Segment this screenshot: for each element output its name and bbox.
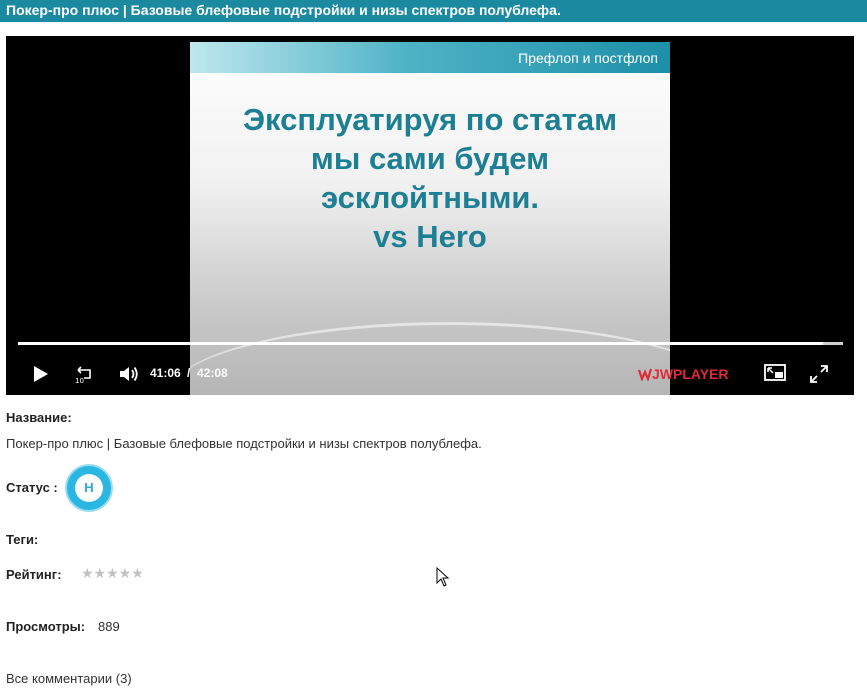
page-title: Покер-про плюс | Базовые блефовые подстр… bbox=[6, 2, 561, 18]
progress-bar[interactable] bbox=[18, 342, 843, 345]
slide-decoration bbox=[190, 322, 670, 395]
jwplayer-brand: JWPLAYER bbox=[652, 366, 729, 382]
slide-line: эсклойтными. bbox=[320, 180, 540, 215]
rating-label: Рейтинг: bbox=[6, 567, 62, 582]
all-comments-link[interactable]: Все комментарии (3) bbox=[6, 671, 132, 686]
slide-header: Префлоп и постфлоп bbox=[518, 50, 658, 66]
rating-stars[interactable]: ★★★★★ bbox=[81, 565, 144, 582]
views-count: 889 bbox=[98, 619, 120, 634]
play-icon[interactable] bbox=[34, 366, 48, 382]
volume-icon[interactable] bbox=[118, 364, 140, 384]
status-label: Статус : bbox=[6, 480, 58, 495]
duration: 42:08 bbox=[197, 366, 228, 380]
slide-text: Эксплуатируя по статам мы сами будем эск… bbox=[190, 100, 670, 256]
time-separator: / bbox=[187, 366, 191, 380]
name-value: Покер-про плюс | Базовые блефовые подстр… bbox=[6, 436, 482, 451]
name-label: Название: bbox=[6, 410, 72, 425]
page-title-bar: Покер-про плюс | Базовые блефовые подстр… bbox=[0, 0, 867, 22]
slide-header-bar: Префлоп и постфлоп bbox=[190, 42, 670, 73]
video-player[interactable]: Префлоп и постфлоп Эксплуатируя по стата… bbox=[6, 36, 854, 395]
progress-fill bbox=[18, 342, 823, 345]
mouse-cursor-icon bbox=[436, 566, 450, 592]
rewind-10-icon[interactable]: 10 bbox=[74, 364, 94, 385]
slide-line: vs Hero bbox=[373, 219, 487, 254]
status-badge[interactable]: Н bbox=[67, 466, 111, 510]
picture-in-picture-icon[interactable] bbox=[764, 364, 786, 382]
tags-label: Теги: bbox=[6, 532, 39, 547]
current-time: 41:06 bbox=[150, 366, 181, 380]
status-badge-letter: Н bbox=[75, 474, 103, 502]
jwplayer-mark-icon bbox=[638, 368, 652, 381]
jwplayer-logo[interactable]: JWPLAYER bbox=[638, 366, 729, 382]
fullscreen-icon[interactable] bbox=[809, 364, 829, 384]
slide-line: мы сами будем bbox=[310, 141, 550, 176]
views-label: Просмотры: bbox=[6, 619, 86, 634]
slide-line: Эксплуатируя по статам bbox=[242, 102, 618, 137]
rewind-seconds-label: 10 bbox=[75, 377, 84, 384]
